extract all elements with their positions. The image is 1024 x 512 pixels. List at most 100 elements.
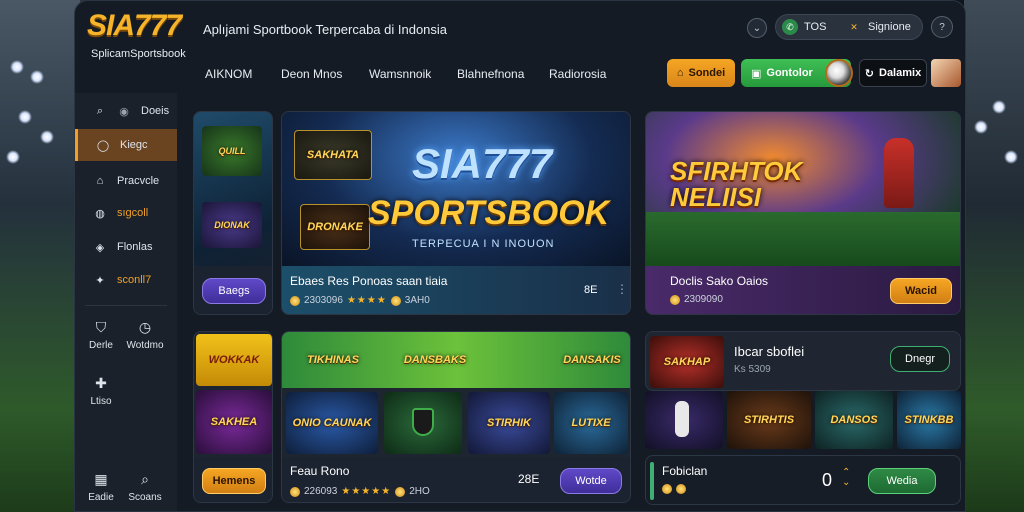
- game-tile[interactable]: [645, 391, 723, 449]
- hero-subtitle: SPORTSBOOK: [368, 194, 610, 232]
- coin-icon: ◉: [119, 105, 129, 118]
- toggle-group: ✆ TOS ✕ Signione: [775, 14, 923, 40]
- footer-item-scoans[interactable]: ⌕ Scoans: [123, 471, 167, 503]
- sidebar-item-ltiso[interactable]: ✚ Ltiso: [79, 375, 123, 407]
- card-icon: ▣: [751, 67, 762, 80]
- search-icon: ⌕: [141, 471, 149, 487]
- wotde-button[interactable]: Wotde: [560, 468, 622, 494]
- wallet-icon: ⌂: [676, 67, 684, 79]
- nav-item-5[interactable]: Radiorosia: [549, 67, 606, 81]
- dnegr-button[interactable]: Dnegr: [890, 346, 950, 372]
- player-figure: [884, 138, 914, 208]
- mid-strip-count: 28E: [518, 472, 540, 486]
- clock-icon: ◷: [138, 319, 152, 335]
- coin-icon: [390, 295, 401, 306]
- game-tile[interactable]: TIKHINAS: [298, 340, 368, 380]
- gamepad-icon: ◈: [95, 241, 105, 254]
- toggle-signin[interactable]: ✕ Signione: [846, 19, 911, 35]
- toggle-tos[interactable]: ✆ TOS: [782, 19, 826, 35]
- coin-icon: [395, 486, 406, 497]
- help-icon[interactable]: ?: [931, 16, 953, 38]
- sidebar-item-globe[interactable]: ◍ sıgcoll: [75, 197, 177, 229]
- nav-item-2[interactable]: Deon Mnos: [281, 67, 342, 81]
- game-tile[interactable]: LUTIXE: [554, 392, 628, 454]
- game-tile[interactable]: [384, 392, 462, 454]
- sidebar-item-active[interactable]: ◯ Kiegc: [75, 129, 177, 161]
- stepper-icon[interactable]: ⌃ ⌄: [842, 468, 850, 488]
- dalamix-button[interactable]: ↻ Dalamix: [859, 59, 927, 87]
- app-window: SIA777 SplicamSportsbook Aplıjami Sportb…: [74, 0, 966, 512]
- user-avatar[interactable]: [931, 59, 961, 87]
- game-card-left-lower[interactable]: WOKKAK SAKHEA Hemens: [193, 331, 273, 503]
- logo[interactable]: SIA777: [87, 9, 182, 43]
- hemens-button[interactable]: Hemens: [202, 468, 266, 494]
- sondei-button[interactable]: ⌂ Sondei: [667, 59, 735, 87]
- footer-item-eadie[interactable]: ▦ Eadie: [79, 471, 123, 503]
- game-tile[interactable]: STINKBB: [897, 391, 961, 449]
- hero-badge-a: SAKHATA: [294, 130, 372, 180]
- right-mid-title: Ibcar sboflei: [734, 344, 805, 359]
- game-badge: DIONAK: [202, 202, 262, 248]
- game-card-left[interactable]: QUILL DIONAK Baegs: [193, 111, 273, 315]
- chevron-down-icon[interactable]: ⌄: [747, 18, 767, 38]
- nav-item-3[interactable]: Wamsnnoik: [369, 67, 431, 81]
- tagline: Aplıjami Sportbook Terpercaba di Indonsi…: [203, 22, 448, 37]
- sidebar-item-games[interactable]: ◈ Flonlas: [75, 231, 177, 263]
- nav-item-4[interactable]: Blahnefnona: [457, 67, 524, 81]
- hero-card[interactable]: SAKHATA DRONAKE SIA777 SPORTSBOOK TERPEC…: [281, 111, 631, 315]
- right-bottom-rating: [662, 484, 686, 494]
- game-tile[interactable]: DANSBAKS: [400, 340, 470, 380]
- game-tile: WOKKAK: [196, 334, 272, 386]
- game-tile[interactable]: STIRHTIS: [727, 391, 811, 449]
- wedia-button[interactable]: Wedia: [868, 468, 936, 494]
- player-figure: [675, 401, 689, 437]
- game-tile: SAKHEA: [196, 390, 272, 454]
- close-icon: ✕: [850, 21, 858, 32]
- right-strip-rating: 2309090: [670, 294, 723, 305]
- hero-title: SIA777: [412, 140, 553, 187]
- game-tile[interactable]: DANSAKIS: [560, 340, 624, 380]
- right-bottom-count: 0: [822, 470, 833, 490]
- game-tile[interactable]: DANSOS: [815, 391, 893, 449]
- home-icon: ⌂: [96, 175, 104, 187]
- logo-subtitle: SplicamSportsbook: [91, 48, 186, 60]
- game-tile[interactable]: ONIO CAUNAK: [286, 392, 378, 454]
- grid-icon: ▦: [94, 471, 108, 487]
- star-rating: ★★★★★: [341, 486, 392, 497]
- right-bottom-title: Fobiclan: [662, 464, 708, 478]
- refresh-icon: ↻: [864, 67, 874, 80]
- coin-icon: [290, 486, 300, 497]
- wacid-button[interactable]: Wacid: [890, 278, 952, 304]
- game-tile: SAKHAP: [650, 336, 724, 388]
- shield-icon: ⛉: [95, 319, 107, 335]
- nav-item-1[interactable]: AIKNOM: [205, 67, 252, 81]
- sidebar-item-derle[interactable]: ⛉ Derle: [79, 319, 123, 351]
- globe-icon: ◍: [95, 207, 105, 220]
- baegs-button[interactable]: Baegs: [202, 278, 266, 304]
- sidebar-divider: [85, 305, 167, 306]
- bulb-icon: ✦: [95, 274, 105, 287]
- game-tile[interactable]: STIRHIK: [468, 392, 550, 454]
- hero-badge-b: DRONAKE: [300, 204, 370, 250]
- hero-strip-count: 8E: [584, 284, 598, 296]
- sidebar-item-bulb[interactable]: ✦ sconll7: [75, 264, 177, 296]
- search-icon: ⌕: [96, 104, 104, 117]
- football-icon[interactable]: [825, 59, 853, 87]
- stadium-background-left: [0, 0, 80, 512]
- right-bottom-card[interactable]: Fobiclan 0 ⌃ ⌄ Wedia: [645, 455, 961, 505]
- games-grid-card: TIKHINAS DANSBAKS DANSAKIS ONIO CAUNAK S…: [281, 331, 631, 503]
- hero-tagline: TERPECUA I N INOUON: [412, 238, 555, 250]
- right-hero-card[interactable]: SFIRHTOK NELIISI Doclis Sako Oaios 23090…: [645, 111, 961, 315]
- sidebar-item-search[interactable]: ⌕ ◉ Doeis: [75, 95, 177, 127]
- coin-icon: [670, 294, 680, 305]
- right-strip-title: Doclis Sako Oaios: [670, 274, 769, 288]
- sidebar-item-home[interactable]: ⌂ Pracvcle: [75, 165, 177, 197]
- sidebar-item-wotdmo[interactable]: ◷ Wotdmo: [123, 319, 167, 351]
- more-icon[interactable]: ⋮: [616, 282, 628, 296]
- right-mid-card[interactable]: SAKHAP Ibcar sboflei Ks 5309 Dnegr: [645, 331, 961, 391]
- top-bar: SIA777 SplicamSportsbook Aplıjami Sportb…: [75, 1, 965, 60]
- coin-icon: [662, 484, 672, 494]
- whatsapp-icon: ✆: [782, 19, 798, 35]
- chat-icon: ◯: [96, 139, 110, 152]
- hero-strip-rating: 2303096 ★★★★ 3AH0: [290, 295, 430, 306]
